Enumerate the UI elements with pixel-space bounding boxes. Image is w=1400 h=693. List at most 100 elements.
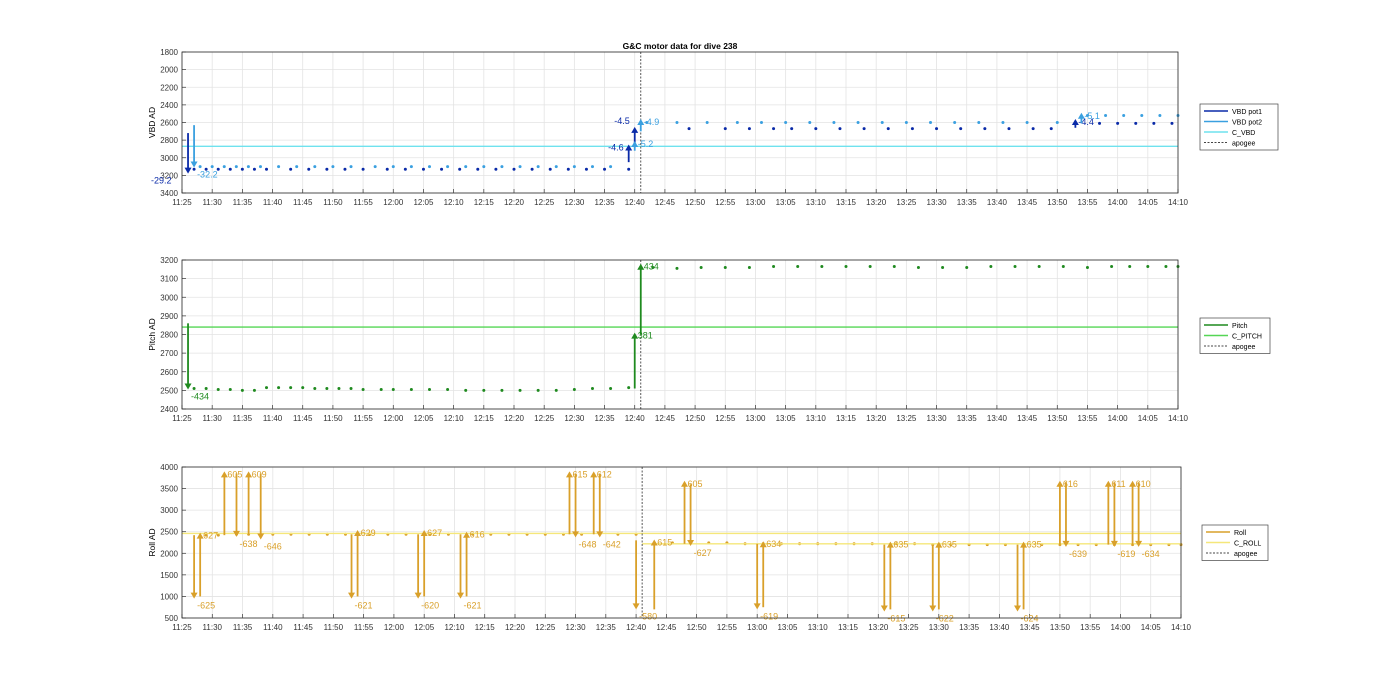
x-tick-label: 12:10 (444, 198, 465, 207)
data-point (699, 265, 703, 269)
data-point (464, 388, 468, 392)
arrow-label: 605 (227, 469, 242, 479)
data-point (941, 265, 945, 269)
x-tick-label: 13:40 (987, 198, 1008, 207)
x-tick-label: 12:55 (717, 623, 738, 632)
x-tick-label: 13:25 (899, 623, 920, 632)
x-tick-label: 14:10 (1168, 414, 1189, 423)
x-tick-label: 11:40 (263, 414, 283, 423)
x-tick-label: 12:20 (505, 623, 526, 632)
arrow-label: -615 (887, 614, 905, 624)
data-point (409, 387, 413, 391)
data-point (554, 165, 558, 169)
data-point (1110, 265, 1114, 269)
y-tick-label: 2800 (160, 136, 178, 145)
data-point (446, 387, 450, 391)
x-tick-label: 14:05 (1138, 198, 1159, 207)
arrow-label: -5.2 (638, 139, 654, 149)
data-point (530, 167, 534, 171)
figure-title: G&C motor data for dive 238 (623, 41, 738, 51)
y-tick-label: 2400 (160, 405, 178, 414)
y-tick-label: 1800 (160, 48, 178, 57)
x-tick-label: 11:55 (353, 198, 373, 207)
x-tick-label: 13:05 (776, 198, 797, 207)
x-tick-label: 12:30 (564, 198, 585, 207)
data-point (1116, 121, 1120, 125)
data-point (198, 165, 202, 169)
data-point (409, 165, 413, 169)
x-tick-label: 12:45 (655, 414, 676, 423)
y-tick-label: 2400 (160, 101, 178, 110)
data-point (512, 167, 516, 171)
x-tick-label: 12:45 (656, 623, 677, 632)
data-point (500, 388, 504, 392)
x-tick-label: 12:40 (625, 414, 646, 423)
data-point (446, 165, 450, 169)
y-tick-label: 1500 (160, 571, 178, 580)
data-point (572, 165, 576, 169)
arrow-label: -4.5 (614, 116, 630, 126)
x-tick-label: 13:30 (929, 623, 950, 632)
arrow-label: 629 (361, 528, 376, 538)
data-point (935, 127, 939, 131)
data-point (814, 127, 818, 131)
y-tick-label: 4000 (160, 463, 178, 472)
data-point (554, 388, 558, 392)
legend-label: apogee (1234, 551, 1257, 558)
data-point (500, 165, 504, 169)
x-tick-label: 12:10 (444, 623, 465, 632)
y-tick-label: 2000 (160, 549, 178, 558)
x-tick-label: 13:00 (745, 198, 766, 207)
data-point (1085, 265, 1089, 269)
data-point (1031, 127, 1035, 131)
x-tick-label: 11:35 (233, 198, 253, 207)
data-point (723, 127, 727, 131)
data-point (687, 127, 691, 131)
data-point (572, 387, 576, 391)
pitch-chart: 11:25 11:30 11:35 11:40 11:45 11:50 11:55 12:00… (147, 256, 1271, 423)
data-point (590, 387, 594, 391)
data-point (307, 167, 311, 171)
y-tick-label: 2600 (160, 119, 178, 128)
data-point (590, 165, 594, 169)
x-tick-label: 14:05 (1138, 414, 1159, 423)
data-point (784, 121, 788, 124)
legend-label: Pitch (1232, 323, 1248, 330)
x-tick-label: 13:50 (1050, 623, 1071, 632)
data-point (222, 165, 226, 169)
x-tick-label: 13:25 (896, 198, 917, 207)
arrow-label: -638 (239, 539, 257, 549)
data-point (277, 165, 281, 169)
data-point (289, 386, 293, 390)
data-point (361, 167, 365, 171)
y-tick-label: 2000 (160, 66, 178, 75)
data-point (265, 167, 269, 171)
arrow-label: -642 (603, 539, 621, 549)
data-point (265, 386, 269, 390)
data-point (772, 265, 776, 269)
arrow-label: -621 (355, 601, 373, 611)
arrow-label: 615 (657, 537, 672, 547)
data-point (325, 167, 329, 171)
data-point (343, 167, 347, 171)
data-point (916, 265, 920, 269)
legend-label: C_ROLL (1234, 541, 1261, 548)
x-tick-label: 11:45 (293, 198, 313, 207)
x-tick-label: 11:25 (172, 414, 192, 423)
data-point (536, 165, 540, 169)
arrow-label: -646 (264, 541, 282, 551)
data-point (1164, 265, 1168, 269)
x-tick-label: 12:20 (504, 198, 525, 207)
data-point (880, 121, 884, 124)
data-point (349, 165, 353, 169)
data-point (856, 121, 860, 124)
x-tick-label: 13:30 (927, 198, 948, 207)
arrow-label: -32.2 (197, 169, 218, 179)
x-tick-label: 13:15 (836, 414, 857, 423)
arrow-label: -5.1 (1084, 111, 1100, 121)
x-tick-label: 13:55 (1080, 623, 1101, 632)
data-point (759, 121, 763, 124)
x-tick-label: 12:50 (685, 414, 706, 423)
data-point (421, 167, 425, 171)
data-point (518, 165, 522, 169)
